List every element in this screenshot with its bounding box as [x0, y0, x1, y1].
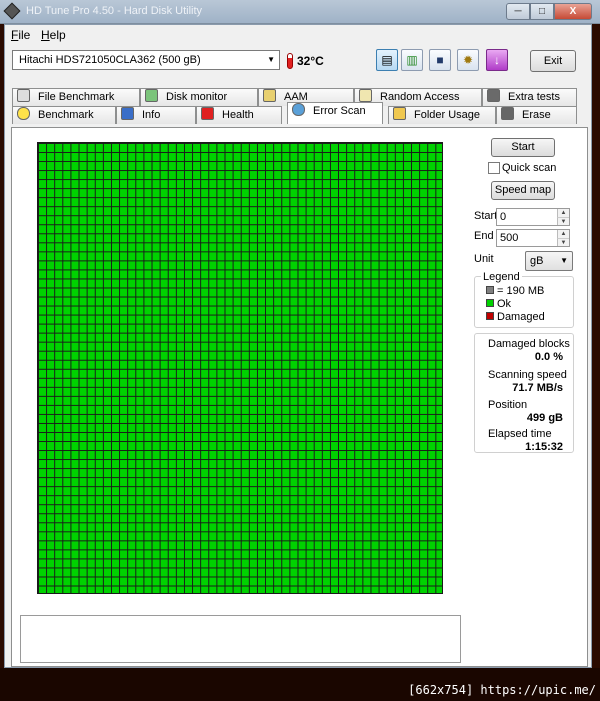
tab-label: Info — [142, 109, 161, 121]
tab-folder-usage[interactable]: Folder Usage — [388, 106, 496, 124]
tab-info[interactable]: Info — [116, 106, 196, 124]
maximize-button[interactable]: □ — [530, 3, 554, 20]
trash-icon — [501, 107, 514, 120]
tab-extra-tests[interactable]: Extra tests — [482, 88, 577, 106]
tab-label: Extra tests — [508, 91, 560, 103]
position-label: Position — [488, 399, 528, 411]
download-button[interactable]: ↓ — [486, 49, 508, 71]
stats-box: Damaged blocks 0.0 % Scanning speed 71.7… — [474, 333, 574, 453]
legend-title: Legend — [481, 271, 522, 283]
damaged-blocks-label: Damaged blocks — [488, 338, 570, 350]
magnifier-icon — [292, 103, 305, 116]
start-value: 0 — [500, 211, 507, 223]
block-grid — [37, 142, 443, 594]
elapsed-time-label: Elapsed time — [488, 428, 552, 440]
download-icon: ↓ — [494, 53, 500, 67]
elapsed-time-value: 1:15:32 — [525, 441, 563, 453]
copy-screenshot-button[interactable]: ▥ — [401, 49, 423, 71]
drive-select-value: Hitachi HDS721050CLA362 (500 gB) — [19, 54, 201, 66]
speed-map-button[interactable]: Speed map — [491, 181, 555, 200]
error-scan-panel: Start Quick scan Speed map Start 0 ▲ ▼ E… — [11, 127, 588, 667]
tab-label: Health — [222, 109, 254, 121]
close-button[interactable]: X — [554, 3, 592, 20]
legend-swatch — [486, 312, 494, 320]
start-label: Start — [474, 210, 498, 222]
end-label: End — [474, 230, 494, 242]
copy-text-icon: ▤ — [381, 53, 393, 67]
info-icon — [121, 107, 134, 120]
tab-benchmark[interactable]: Benchmark — [12, 106, 116, 124]
legend-swatch — [486, 286, 494, 294]
file-benchmark-icon — [17, 89, 30, 102]
chevron-down-icon: ▼ — [560, 256, 568, 265]
start-button[interactable]: Start — [491, 138, 555, 157]
unit-select-value: gB — [530, 255, 544, 267]
tab-error-scan[interactable]: Error Scan — [287, 102, 383, 124]
chevron-up-icon[interactable]: ▲ — [557, 209, 569, 217]
legend-swatch — [486, 299, 494, 307]
chevron-up-icon[interactable]: ▲ — [557, 230, 569, 238]
unit-label: Unit — [474, 253, 494, 265]
legend-item-size: = 190 MB — [486, 285, 544, 297]
extra-tests-icon — [487, 89, 500, 102]
toolbar: Hitachi HDS721050CLA362 (500 gB) ▼ 32°C … — [5, 47, 591, 81]
damaged-blocks-value: 0.0 % — [534, 351, 563, 363]
legend-item-ok: Ok — [486, 298, 511, 310]
options-icon: ✹ — [462, 53, 474, 67]
temperature-indicator: 32°C — [287, 50, 324, 72]
copy-screenshot-icon: ▥ — [406, 53, 418, 67]
end-stepper[interactable]: 500 ▲ ▼ — [496, 229, 570, 247]
tab-file-benchmark[interactable]: File Benchmark — [12, 88, 140, 106]
tab-label: Disk monitor — [166, 91, 228, 103]
chevron-down-icon[interactable]: ▼ — [557, 217, 569, 225]
chevron-down-icon[interactable]: ▼ — [557, 238, 569, 246]
scanning-speed-value: 71.7 MB/s — [512, 382, 563, 394]
tab-disk-monitor[interactable]: Disk monitor — [140, 88, 258, 106]
watermark: [662x754] https://upic.me/ — [408, 683, 596, 697]
options-button[interactable]: ✹ — [457, 49, 479, 71]
tab-label: Folder Usage — [414, 109, 481, 121]
disk-monitor-icon — [145, 89, 158, 102]
exit-button[interactable]: Exit — [530, 50, 576, 72]
unit-select[interactable]: gB ▼ — [525, 251, 573, 271]
log-box — [20, 615, 461, 663]
start-stepper[interactable]: 0 ▲ ▼ — [496, 208, 570, 226]
chevron-down-icon: ▼ — [267, 55, 275, 64]
position-value: 499 gB — [526, 412, 563, 424]
save-button[interactable]: ■ — [429, 49, 451, 71]
random-access-icon — [359, 89, 372, 102]
menu-help[interactable]: Help — [41, 28, 66, 42]
app-icon — [3, 2, 21, 20]
quick-scan-label: Quick scan — [502, 162, 557, 174]
folder-icon — [393, 107, 406, 120]
temperature-value: 32°C — [297, 54, 324, 68]
scanning-speed-label: Scanning speed — [488, 369, 567, 381]
end-value: 500 — [500, 232, 519, 244]
copy-text-button[interactable]: ▤ — [376, 49, 398, 71]
drive-select[interactable]: Hitachi HDS721050CLA362 (500 gB) ▼ — [12, 50, 280, 70]
legend-item-damaged: Damaged — [486, 311, 545, 323]
bulb-icon — [17, 107, 30, 120]
tab-label: Benchmark — [38, 109, 94, 121]
tab-label: File Benchmark — [38, 91, 115, 103]
menu-bar: File Help — [5, 25, 591, 45]
tab-label: Error Scan — [313, 105, 366, 117]
window-title: HD Tune Pro 4.50 - Hard Disk Utility — [26, 5, 203, 17]
menu-file[interactable]: File — [11, 28, 30, 42]
main-window: File Help Hitachi HDS721050CLA362 (500 g… — [4, 24, 592, 668]
minimize-button[interactable]: ─ — [506, 3, 530, 20]
title-bar: HD Tune Pro 4.50 - Hard Disk Utility ─ □… — [0, 0, 600, 24]
legend-box: Legend = 190 MB Ok Damaged — [474, 271, 574, 328]
tab-erase[interactable]: Erase — [496, 106, 577, 124]
thermometer-icon — [287, 53, 293, 69]
tab-label: Random Access — [380, 91, 460, 103]
tab-label: Erase — [522, 109, 551, 121]
tab-health[interactable]: Health — [196, 106, 282, 124]
health-cross-icon — [201, 107, 214, 120]
quick-scan-checkbox[interactable] — [488, 162, 500, 174]
speaker-icon — [263, 89, 276, 102]
save-icon: ■ — [436, 53, 444, 67]
